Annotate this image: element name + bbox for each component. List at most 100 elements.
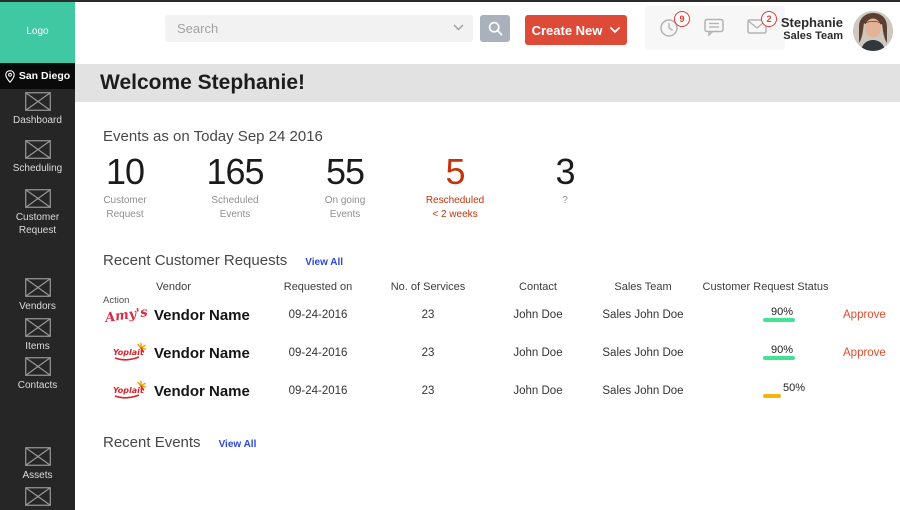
search-icon bbox=[488, 21, 502, 36]
request-status: 90% bbox=[763, 344, 819, 361]
vendor-logo: Yoplait bbox=[100, 379, 148, 404]
search-scope-chevron-icon[interactable] bbox=[453, 24, 464, 31]
avatar-image bbox=[853, 11, 893, 51]
create-new-button[interactable]: Create New bbox=[525, 15, 627, 45]
stat-value: 3 bbox=[555, 151, 575, 192]
location-label: San Diego bbox=[18, 70, 71, 82]
column-requested-on: Requested on bbox=[283, 281, 353, 293]
recent-events-title: Recent Events bbox=[103, 434, 201, 451]
sidebar-item-label: Contacts bbox=[17, 380, 58, 391]
services-count: 23 bbox=[421, 309, 435, 321]
column-vendor: Vendor bbox=[156, 281, 191, 293]
location-pin-icon bbox=[5, 69, 15, 83]
request-status: 50% bbox=[763, 382, 819, 399]
sidebar-item-customer-request[interactable]: Customer Request bbox=[0, 189, 75, 237]
location-selector[interactable]: San Diego bbox=[0, 63, 75, 89]
stat-value: 10 bbox=[105, 151, 145, 192]
messages-button[interactable] bbox=[703, 17, 725, 39]
stat-block: 55 On going Events bbox=[290, 150, 400, 222]
stat-label-line1: ? bbox=[562, 195, 568, 206]
recent-events-header: Recent Events View All bbox=[103, 434, 256, 451]
placeholder-image-icon bbox=[24, 318, 51, 337]
placeholder-image-icon bbox=[24, 278, 51, 297]
sidebar-item-contacts[interactable]: Contacts bbox=[0, 357, 75, 393]
sidebar-item-blank[interactable] bbox=[0, 487, 75, 510]
search-button[interactable] bbox=[480, 15, 510, 42]
window-top-border bbox=[0, 0, 900, 2]
status-progress-bar bbox=[763, 318, 795, 322]
events-view-all-link[interactable]: View All bbox=[219, 439, 257, 450]
column-no-of-services: No. of Services bbox=[390, 281, 466, 293]
request-status: 90% bbox=[763, 306, 819, 323]
sidebar-item-vendors[interactable]: Vendors bbox=[0, 278, 75, 314]
table-row: Yoplait Vendor Name 09-24-2016 23 John D… bbox=[100, 334, 900, 372]
stat-label-line1: Rescheduled bbox=[425, 195, 485, 206]
mail-badge: 2 bbox=[761, 11, 777, 27]
sidebar-item-label: Customer Request bbox=[15, 212, 60, 236]
contact-name: John Doe bbox=[513, 309, 563, 321]
status-percent-label: 90% bbox=[771, 306, 794, 318]
requests-table-header: Vendor Requested on No. of Services Cont… bbox=[100, 278, 900, 296]
vendor-name[interactable]: Vendor Name bbox=[148, 383, 268, 400]
logo-label: Logo bbox=[26, 26, 49, 37]
user-team: Sales Team bbox=[783, 30, 843, 42]
yoplait-logo: Yoplait bbox=[113, 380, 147, 399]
vendor-name[interactable]: Vendor Name bbox=[148, 307, 268, 324]
profile-info[interactable]: Stephanie Sales Team bbox=[781, 15, 843, 42]
table-row: Yoplait Vendor Name 09-24-2016 23 John D… bbox=[100, 372, 900, 410]
avatar[interactable] bbox=[853, 11, 893, 51]
sidebar-item-label: Scheduling bbox=[12, 163, 63, 174]
logo[interactable]: Logo bbox=[0, 0, 75, 63]
search-input[interactable] bbox=[165, 15, 473, 42]
stat-label-line2: Request bbox=[106, 209, 144, 220]
sidebar-item-label: Items bbox=[25, 341, 50, 352]
stat-value: 5 bbox=[445, 151, 465, 192]
placeholder-image-icon bbox=[24, 357, 51, 376]
requests-table-rows: Amy's Vendor Name 09-24-2016 23 John Doe… bbox=[100, 296, 900, 410]
requests-view-all-link[interactable]: View All bbox=[305, 257, 343, 268]
reminders-button[interactable]: 9 bbox=[659, 11, 690, 39]
sidebar-item-items[interactable]: Items bbox=[0, 318, 75, 354]
placeholder-image-icon bbox=[24, 189, 51, 208]
stat-value: 165 bbox=[206, 151, 264, 192]
requests-table: Vendor Requested on No. of Services Cont… bbox=[100, 278, 900, 410]
status-progress-bar bbox=[763, 394, 781, 398]
create-new-label: Create New bbox=[531, 22, 603, 38]
column-request-status: Customer Request Status bbox=[702, 281, 829, 293]
sidebar-item-assets[interactable]: Assets bbox=[0, 447, 75, 483]
action-column-label: Action bbox=[103, 295, 130, 306]
status-progress-bar bbox=[763, 356, 795, 360]
column-sales-team: Sales Team bbox=[614, 281, 672, 293]
approve-link[interactable]: Approve bbox=[833, 347, 900, 359]
sales-team-name: Sales John Doe bbox=[602, 347, 684, 359]
search-box bbox=[165, 15, 473, 42]
sidebar-item-dashboard[interactable]: Dashboard bbox=[0, 92, 75, 128]
yoplait-logo: Yoplait bbox=[113, 342, 147, 361]
stat-block: 5 Rescheduled < 2 weeks bbox=[400, 150, 510, 222]
placeholder-image-icon bbox=[24, 447, 51, 466]
amys-logo: Amy's bbox=[104, 304, 149, 326]
topbar: Create New 9 bbox=[75, 2, 900, 64]
status-percent-label: 90% bbox=[771, 344, 794, 356]
vendor-logo: Yoplait bbox=[100, 341, 148, 366]
events-stats-row: 10 Customer Request 165 Scheduled Events… bbox=[70, 150, 620, 222]
stat-label-line1: Scheduled bbox=[211, 195, 259, 206]
table-row: Amy's Vendor Name 09-24-2016 23 John Doe… bbox=[100, 296, 900, 334]
contact-name: John Doe bbox=[513, 347, 563, 359]
notification-panel: 9 2 bbox=[645, 6, 785, 50]
sidebar-item-label: Assets bbox=[22, 470, 53, 481]
mail-button[interactable]: 2 bbox=[746, 11, 777, 39]
placeholder-image-icon bbox=[24, 92, 51, 111]
stat-label-line2: Events bbox=[329, 209, 361, 220]
stat-label-line2: Events bbox=[219, 209, 251, 220]
status-percent-label: 50% bbox=[783, 382, 806, 394]
chevron-down-icon bbox=[610, 26, 621, 33]
sidebar-item-scheduling[interactable]: Scheduling bbox=[0, 140, 75, 176]
requested-on-value: 09-24-2016 bbox=[288, 347, 348, 359]
vendor-name[interactable]: Vendor Name bbox=[148, 345, 268, 362]
sales-team-name: Sales John Doe bbox=[602, 309, 684, 321]
approve-link[interactable]: Approve bbox=[833, 309, 900, 321]
events-summary-title: Events as on Today Sep 24 2016 bbox=[103, 128, 323, 145]
placeholder-image-icon bbox=[24, 487, 51, 506]
vendor-logo: Amy's bbox=[100, 304, 149, 326]
